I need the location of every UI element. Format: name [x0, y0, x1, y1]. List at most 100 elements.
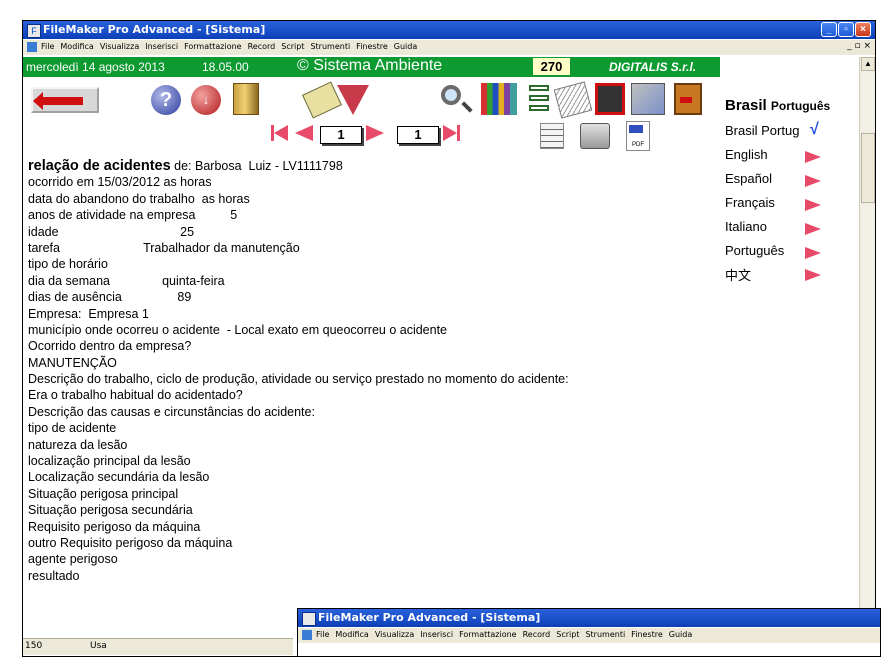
title-bar[interactable]: F FileMaker Pro Advanced - [Sistema] _ ▫… — [23, 21, 875, 39]
back-button[interactable] — [31, 87, 99, 113]
second-window[interactable]: FileMaker Pro Advanced - [Sistema] File M… — [297, 608, 881, 657]
menu-file[interactable]: File — [316, 630, 329, 639]
second-title-bar[interactable]: FileMaker Pro Advanced - [Sistema] — [298, 609, 880, 627]
current-record-field[interactable]: 1 — [320, 126, 362, 144]
report-title: relação de acidentes de: Barbosa Luiz - … — [28, 158, 648, 174]
report-line: Empresa: Empresa 1 — [28, 306, 149, 321]
printer-icon[interactable] — [580, 123, 610, 149]
language-arrow-icon[interactable] — [805, 151, 821, 163]
language-arrow-icon[interactable] — [805, 175, 821, 187]
menu-record[interactable]: Record — [248, 42, 276, 51]
report-line: ocorrido em 15/03/2012 as horas — [28, 175, 212, 190]
zoom-level[interactable]: 150 — [25, 641, 42, 651]
second-window-title: FileMaker Pro Advanced - [Sistema] — [318, 611, 541, 624]
film-icon[interactable] — [595, 83, 625, 115]
language-arrow-icon[interactable] — [805, 269, 821, 281]
language-item-chinese[interactable]: 中文 — [725, 265, 821, 284]
exit-door-icon[interactable] — [674, 83, 702, 115]
record-icon[interactable]: ↓ — [191, 85, 221, 115]
report-line: dias de ausência 89 — [28, 290, 192, 305]
language-item-francais[interactable]: Français — [725, 195, 821, 211]
language-item-espanol[interactable]: Español — [725, 171, 821, 187]
tree-structure-icon[interactable] — [523, 83, 551, 115]
menu-finestre[interactable]: Finestre — [631, 630, 663, 639]
scroll-up-icon[interactable]: ▲ — [861, 57, 875, 71]
language-item-portugues[interactable]: Português — [725, 243, 821, 259]
menu-modifica[interactable]: Modifica — [335, 630, 368, 639]
header-date: mercoledì 14 agosto 2013 — [26, 60, 165, 74]
menu-record[interactable]: Record — [523, 630, 551, 639]
menu-strumenti[interactable]: Strumenti — [585, 630, 625, 639]
vertical-scrollbar[interactable]: ▲ — [859, 57, 875, 637]
mdi-controls[interactable]: _ ▫ × — [847, 41, 871, 51]
report-line: outro Requisito perigoso da máquina — [28, 535, 233, 550]
filemaker-app-icon[interactable] — [302, 612, 316, 626]
report-line: idade 25 — [28, 224, 195, 239]
menu-strumenti[interactable]: Strumenti — [310, 42, 350, 51]
report-line: Localização secundária da lesão — [28, 470, 210, 485]
company-name: DIGITALIS S.r.l. — [609, 60, 697, 74]
document-icon[interactable] — [27, 42, 37, 52]
tag-icon[interactable] — [302, 81, 342, 119]
language-arrow-icon[interactable] — [805, 247, 821, 259]
window-title: FileMaker Pro Advanced - [Sistema] — [43, 23, 266, 36]
selected-check-icon: √ — [810, 121, 819, 138]
language-label: Español — [725, 171, 772, 186]
scroll-thumb[interactable] — [861, 133, 875, 203]
report-line: Descrição das causas e circunstâncias do… — [28, 404, 315, 419]
menu-formattazione[interactable]: Formattazione — [184, 42, 242, 51]
menu-formattazione[interactable]: Formattazione — [459, 630, 517, 639]
language-item-italiano[interactable]: Italiano — [725, 219, 821, 235]
report-line: tipo de acidente — [28, 421, 117, 436]
menu-file[interactable]: File — [41, 42, 54, 51]
report-line: agente perigoso — [28, 552, 118, 567]
language-item-english[interactable]: English — [725, 147, 821, 163]
report-line: data do abandono do trabalho as horas — [28, 191, 250, 206]
menu-inserisci[interactable]: Inserisci — [420, 630, 453, 639]
filing-cabinet-icon[interactable] — [233, 83, 259, 115]
report-line: tarefa Trabalhador da manutenção — [28, 240, 300, 255]
report-line: Situação perigosa principal — [28, 486, 179, 501]
menu-inserisci[interactable]: Inserisci — [145, 42, 178, 51]
filemaker-app-icon[interactable]: F — [27, 24, 41, 38]
menu-finestre[interactable]: Finestre — [356, 42, 388, 51]
menu-script[interactable]: Script — [556, 630, 579, 639]
search-icon[interactable] — [441, 85, 461, 105]
report-line: tipo de horário — [28, 257, 108, 272]
menu-script[interactable]: Script — [281, 42, 304, 51]
menu-guida[interactable]: Guida — [394, 42, 417, 51]
list-view-icon[interactable] — [540, 123, 564, 149]
language-arrow-icon[interactable] — [805, 199, 821, 211]
filter-funnel-icon[interactable] — [337, 85, 369, 115]
header-time: 18.05.00 — [202, 60, 249, 74]
language-label: English — [725, 147, 768, 162]
language-header-main: Brasil — [725, 97, 767, 114]
pdf-icon[interactable]: PDF — [626, 121, 650, 151]
maximize-button[interactable]: ▫ — [838, 22, 854, 37]
language-label: Brasil Portug — [725, 123, 800, 138]
report-line: Descrição do trabalho, ciclo de produção… — [28, 372, 569, 387]
language-header: Brasil Português — [725, 97, 855, 114]
report-line: natureza da lesão — [28, 437, 128, 452]
network-computers-icon[interactable] — [631, 83, 665, 115]
menu-visualizza[interactable]: Visualizza — [375, 630, 414, 639]
minimize-button[interactable]: _ — [821, 22, 837, 37]
help-icon[interactable]: ? — [151, 85, 181, 115]
document-icon[interactable] — [302, 630, 312, 640]
language-label: 中文 — [725, 268, 752, 283]
menu-guida[interactable]: Guida — [669, 630, 692, 639]
certificate-icon[interactable] — [553, 81, 593, 119]
menu-visualizza[interactable]: Visualizza — [100, 42, 139, 51]
report-line: Ocorrido dentro da empresa? — [28, 339, 192, 354]
mode-selector[interactable]: Usa — [90, 641, 107, 651]
language-panel: Brasil Português Brasil Portug √ English … — [725, 97, 855, 283]
language-item-brasil[interactable]: Brasil Portug √ — [725, 121, 819, 138]
status-bar: 150 Usa — [23, 638, 293, 655]
language-arrow-icon[interactable] — [805, 223, 821, 235]
report-line: localização principal da lesão — [28, 454, 191, 469]
menu-modifica[interactable]: Modifica — [60, 42, 93, 51]
close-button[interactable]: × — [855, 22, 871, 37]
menu-bar: File Modifica Visualizza Inserisci Formattaz… — [23, 40, 875, 55]
report-line: Era o trabalho habitual do acidentado? — [28, 388, 243, 403]
books-icon[interactable] — [481, 83, 517, 115]
